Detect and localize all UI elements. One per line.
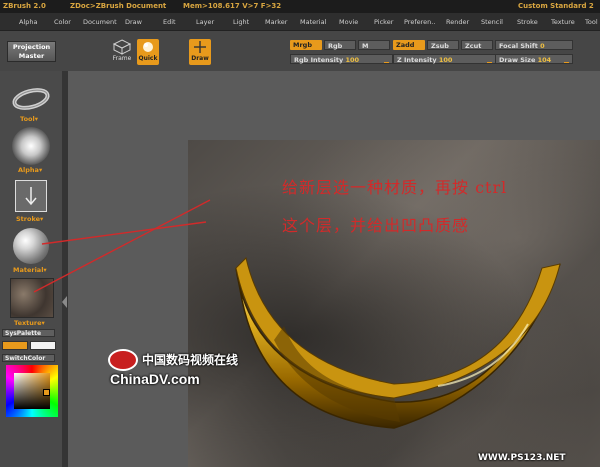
chinadv-watermark: 中国数码视频在线 ChinaDV.com bbox=[108, 349, 238, 390]
watermark-corner: WWW.PS123.NET bbox=[478, 453, 566, 463]
watermark-cn: 中国数码视频在线 bbox=[142, 353, 239, 367]
watermark-latin: ChinaDV.com bbox=[110, 371, 200, 387]
chinadv-logo-icon bbox=[108, 349, 138, 371]
annotation-pointers bbox=[33, 199, 211, 293]
